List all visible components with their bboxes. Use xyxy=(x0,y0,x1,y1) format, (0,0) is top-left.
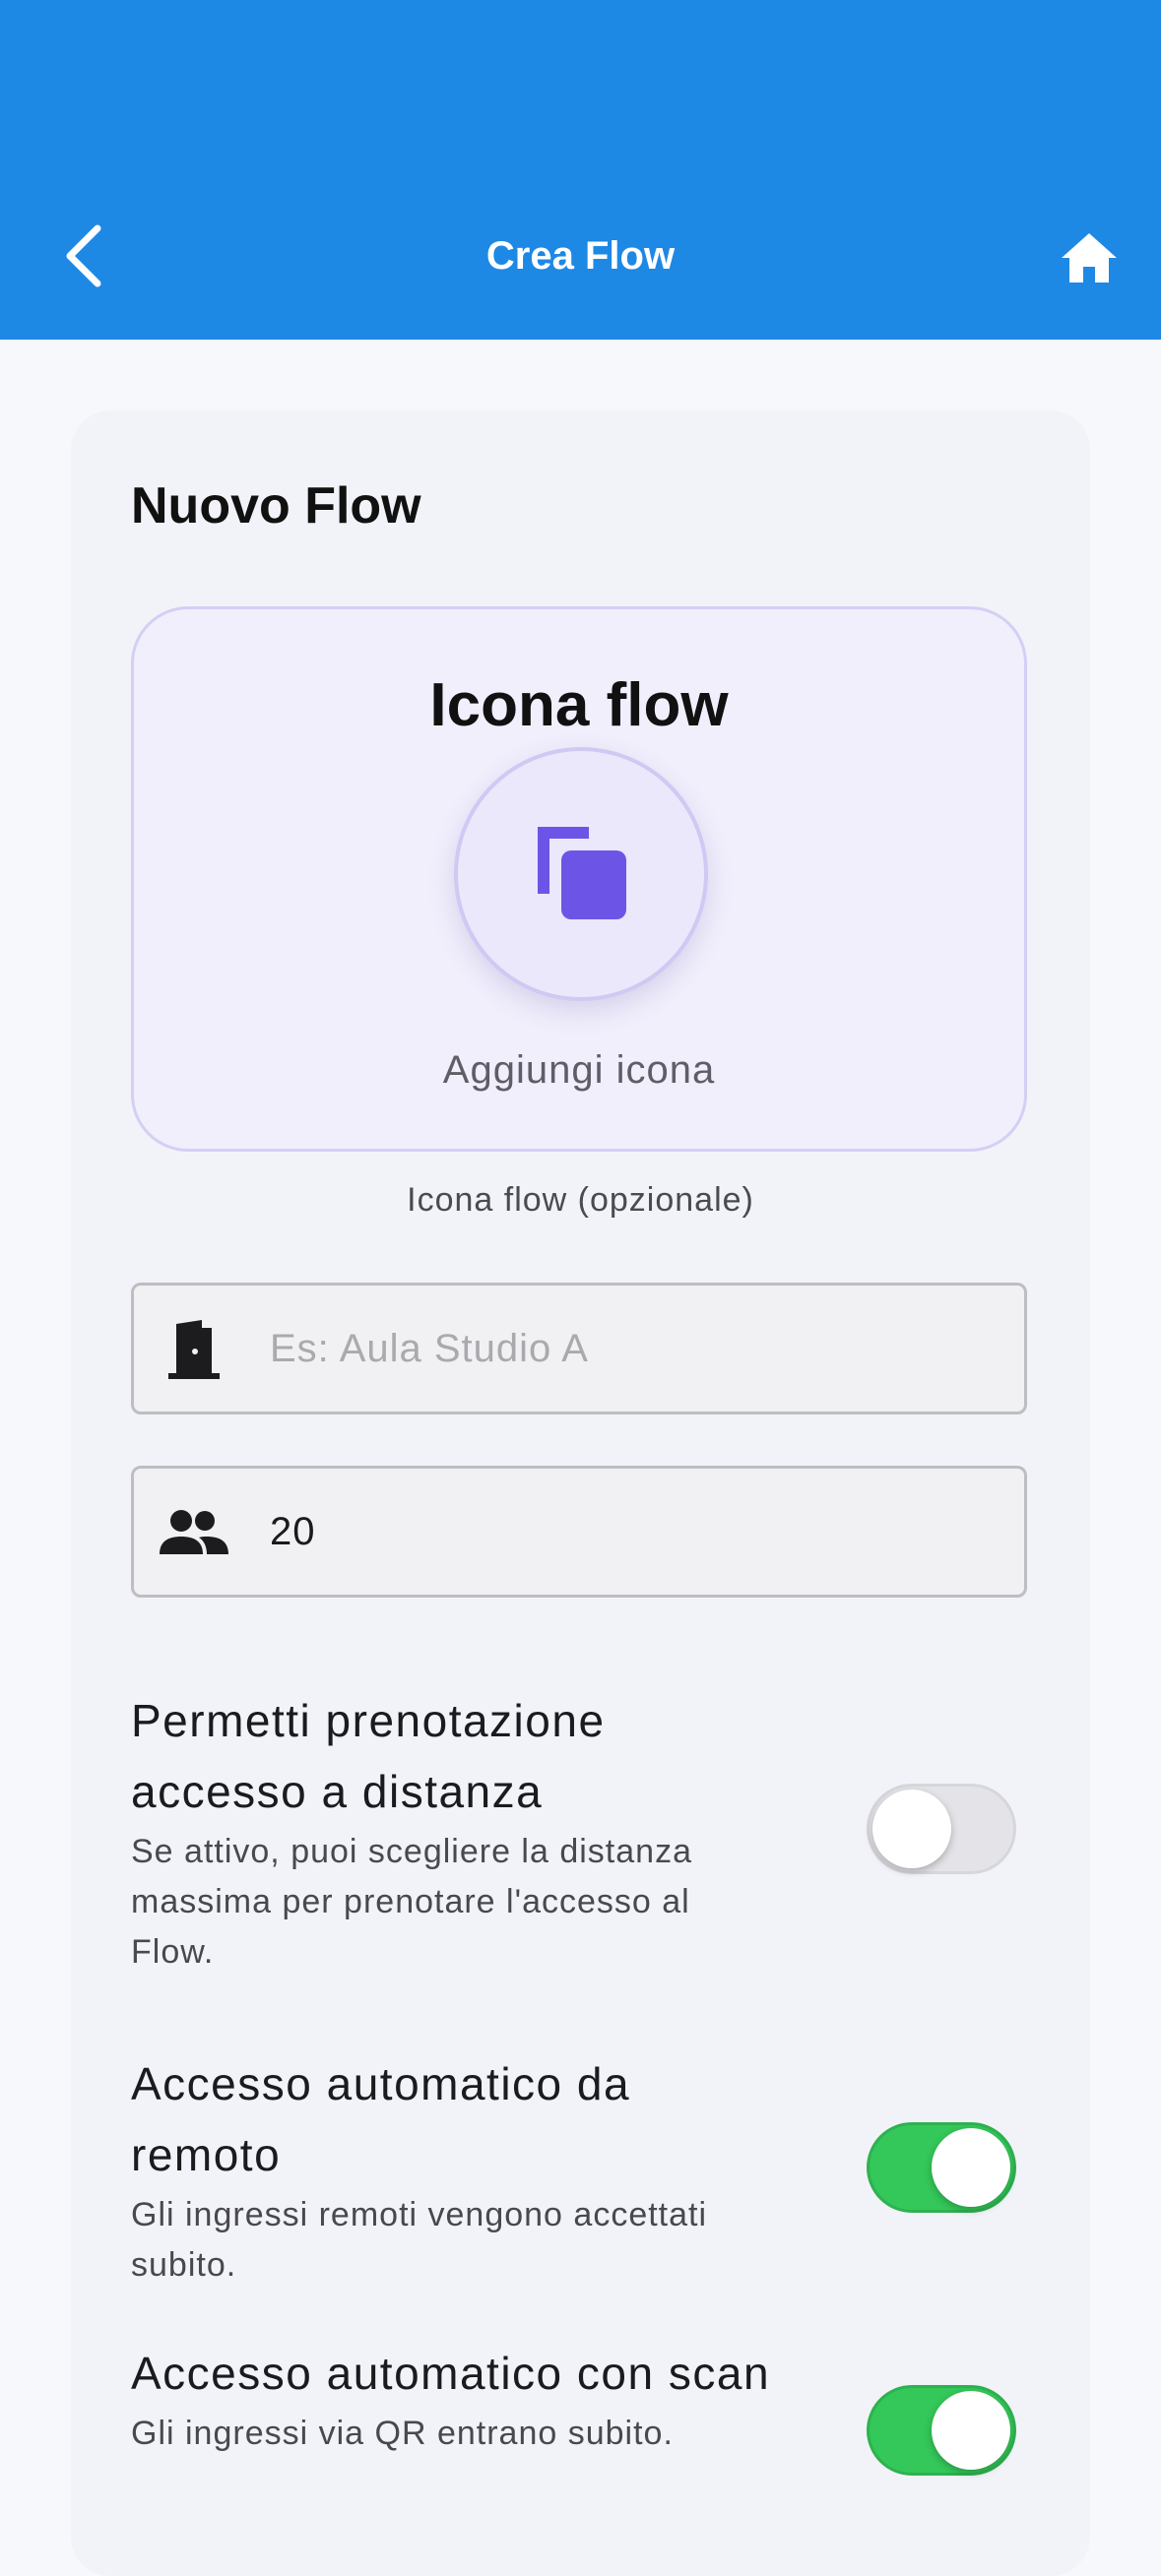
toggle-knob xyxy=(932,2128,1010,2207)
home-button[interactable] xyxy=(1054,224,1125,291)
people-icon xyxy=(160,1498,228,1567)
toggle-remote-booking[interactable] xyxy=(867,1784,1016,1874)
setting-title: Permetti prenotazione accesso a distanza xyxy=(131,1695,606,1817)
door-icon xyxy=(160,1315,228,1384)
toggle-knob xyxy=(872,1790,951,1868)
setting-auto-scan-access: Accesso automatico con scan Gli ingressi… xyxy=(131,2338,781,2459)
setting-auto-remote-access: Accesso automatico da remoto Gli ingress… xyxy=(131,2048,781,2291)
setting-description: Gli ingressi via QR entrano subito. xyxy=(131,2415,674,2452)
setting-title: Accesso automatico con scan xyxy=(131,2348,771,2399)
copy-icon xyxy=(538,827,626,919)
setting-title: Accesso automatico da remoto xyxy=(131,2058,631,2180)
flow-name-input[interactable] xyxy=(270,1286,999,1412)
app-bar: Crea Flow xyxy=(0,0,1161,340)
page-title: Crea Flow xyxy=(485,234,676,278)
icon-preview-circle[interactable] xyxy=(454,747,708,1001)
add-icon-label: Aggiungi icona xyxy=(442,1048,716,1092)
toggle-auto-remote-access[interactable] xyxy=(867,2122,1016,2213)
icon-picker-caption: Icona flow (opzionale) xyxy=(407,1181,754,1219)
icon-picker[interactable]: Icona flow Aggiungi icona xyxy=(131,606,1027,1152)
capacity-field[interactable]: 20 xyxy=(131,1466,1027,1598)
form-title: Nuovo Flow xyxy=(131,477,421,534)
home-icon xyxy=(1062,233,1117,283)
toggle-knob xyxy=(932,2391,1010,2470)
icon-picker-title: Icona flow xyxy=(429,671,729,739)
toggle-auto-scan-access[interactable] xyxy=(867,2385,1016,2476)
setting-description: Gli ingressi remoti vengono accettati su… xyxy=(131,2196,708,2284)
flow-name-field[interactable] xyxy=(131,1283,1027,1414)
setting-description: Se attivo, puoi scegliere la distanza ma… xyxy=(131,1833,692,1971)
capacity-value[interactable]: 20 xyxy=(270,1469,999,1595)
setting-remote-booking: Permetti prenotazione accesso a distanza… xyxy=(131,1685,781,1978)
